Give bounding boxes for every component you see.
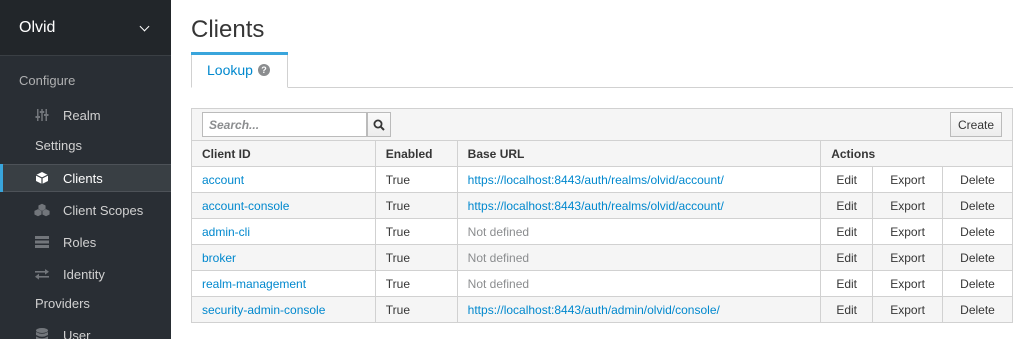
clients-table: Client ID Enabled Base URL Actions accou… bbox=[191, 140, 1013, 323]
edit-button[interactable]: Edit bbox=[820, 244, 874, 271]
database-icon bbox=[34, 328, 50, 339]
export-button[interactable]: Export bbox=[872, 192, 944, 219]
sidebar-item-clients[interactable]: Clients bbox=[0, 164, 171, 192]
edit-button[interactable]: Edit bbox=[820, 270, 874, 297]
sidebar-item-label: Realm bbox=[63, 107, 101, 123]
enabled-cell: True bbox=[374, 244, 458, 271]
sidebar-item-label-cont: Providers bbox=[35, 296, 90, 311]
column-header-base-url[interactable]: Base URL bbox=[456, 140, 822, 167]
search-icon bbox=[373, 119, 385, 131]
base-url-cell[interactable]: https://localhost:8443/auth/admin/olvid/… bbox=[456, 296, 822, 323]
search-input[interactable] bbox=[202, 112, 367, 137]
sidebar-item-label: Clients bbox=[63, 170, 103, 186]
delete-button[interactable]: Delete bbox=[942, 166, 1013, 193]
column-header-client-id[interactable]: Client ID bbox=[191, 140, 376, 167]
base-url-cell: Not defined bbox=[456, 218, 822, 245]
main-content: Clients Lookup ? Create Client ID Enable… bbox=[171, 0, 1019, 339]
cube-icon bbox=[34, 171, 50, 185]
client-id-link[interactable]: admin-cli bbox=[191, 218, 376, 245]
delete-button[interactable]: Delete bbox=[942, 270, 1013, 297]
table-row: broker True Not defined Edit Export Delete bbox=[191, 244, 1013, 271]
tab-lookup[interactable]: Lookup ? bbox=[191, 52, 288, 88]
export-button[interactable]: Export bbox=[872, 166, 944, 193]
create-button[interactable]: Create bbox=[950, 112, 1002, 137]
sidebar-item-label: Client Scopes bbox=[63, 202, 144, 218]
enabled-cell: True bbox=[374, 218, 458, 245]
sidebar-item-roles[interactable]: Roles bbox=[0, 228, 171, 256]
delete-button[interactable]: Delete bbox=[942, 218, 1013, 245]
realm-selector[interactable]: Olvid bbox=[0, 0, 171, 56]
enabled-cell: True bbox=[374, 166, 458, 193]
enabled-cell: True bbox=[374, 296, 458, 323]
edit-button[interactable]: Edit bbox=[820, 218, 874, 245]
export-button[interactable]: Export bbox=[872, 270, 944, 297]
help-icon[interactable]: ? bbox=[257, 64, 270, 76]
table-row: security-admin-console True https://localh… bbox=[191, 296, 1013, 323]
client-id-link[interactable]: security-admin-console bbox=[191, 296, 376, 323]
sidebar: Olvid Configure Realm Settings Clients C… bbox=[0, 0, 171, 339]
page-title: Clients bbox=[191, 16, 265, 43]
exchange-icon bbox=[34, 267, 50, 281]
table-row: account True https://localhost:8443/auth/r… bbox=[191, 166, 1013, 193]
delete-button[interactable]: Delete bbox=[942, 192, 1013, 219]
sidebar-item-realm-settings[interactable]: Realm bbox=[0, 101, 171, 129]
export-button[interactable]: Export bbox=[872, 244, 944, 271]
sidebar-item-label: Roles bbox=[63, 234, 97, 250]
delete-button[interactable]: Delete bbox=[942, 296, 1013, 323]
table-row: account-console True https://localhost:844… bbox=[191, 192, 1013, 219]
realm-name: Olvid bbox=[19, 18, 56, 36]
sidebar-item-client-scopes[interactable]: Client Scopes bbox=[0, 196, 171, 224]
sidebar-item-user[interactable]: User bbox=[0, 321, 171, 339]
cubes-icon bbox=[34, 203, 50, 217]
edit-button[interactable]: Edit bbox=[820, 296, 874, 323]
sidebar-item-label: User bbox=[63, 327, 91, 339]
table-row: realm-management True Not defined Edit Expor… bbox=[191, 270, 1013, 297]
sliders-icon bbox=[34, 108, 50, 122]
table-toolbar: Create bbox=[191, 108, 1013, 140]
base-url-cell[interactable]: https://localhost:8443/auth/realms/olvid… bbox=[456, 166, 822, 193]
list-icon bbox=[34, 235, 50, 249]
tab-bar: Lookup ? bbox=[191, 52, 1013, 88]
delete-button[interactable]: Delete bbox=[942, 244, 1013, 271]
base-url-cell: Not defined bbox=[456, 244, 822, 271]
sidebar-item-label-cont: Settings bbox=[35, 138, 82, 153]
tab-label: Lookup bbox=[207, 62, 253, 78]
table-header-row: Client ID Enabled Base URL Actions bbox=[191, 140, 1013, 167]
search-button[interactable] bbox=[367, 112, 391, 137]
table-row: admin-cli True Not defined Edit Export Delete bbox=[191, 218, 1013, 245]
client-id-link[interactable]: broker bbox=[191, 244, 376, 271]
column-header-enabled[interactable]: Enabled bbox=[374, 140, 458, 167]
sidebar-item-label: Identity bbox=[63, 266, 105, 282]
export-button[interactable]: Export bbox=[872, 296, 944, 323]
client-id-link[interactable]: account bbox=[191, 166, 376, 193]
client-id-link[interactable]: realm-management bbox=[191, 270, 376, 297]
chevron-down-icon bbox=[139, 22, 151, 34]
base-url-cell: Not defined bbox=[456, 270, 822, 297]
column-header-actions: Actions bbox=[820, 140, 1013, 167]
edit-button[interactable]: Edit bbox=[820, 166, 874, 193]
sidebar-item-identity-providers[interactable]: Identity bbox=[0, 260, 171, 288]
enabled-cell: True bbox=[374, 192, 458, 219]
nav-section-configure: Configure bbox=[19, 73, 76, 88]
edit-button[interactable]: Edit bbox=[820, 192, 874, 219]
export-button[interactable]: Export bbox=[872, 218, 944, 245]
enabled-cell: True bbox=[374, 270, 458, 297]
client-id-link[interactable]: account-console bbox=[191, 192, 376, 219]
base-url-cell[interactable]: https://localhost:8443/auth/realms/olvid… bbox=[456, 192, 822, 219]
